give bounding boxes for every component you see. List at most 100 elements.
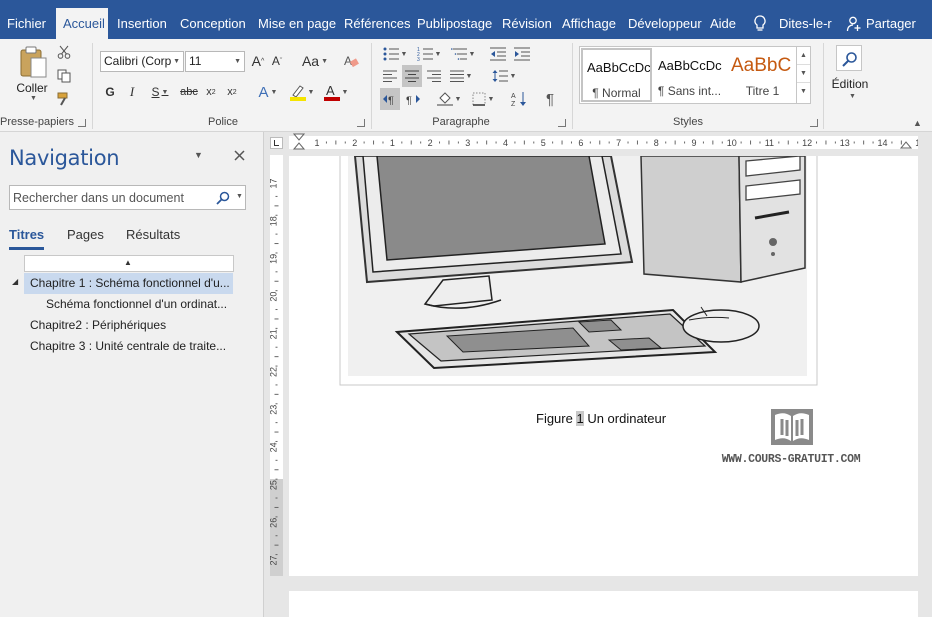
heading-item[interactable]: Chapitre2 : Périphériques (30, 315, 234, 336)
superscript-button[interactable]: x2 (224, 81, 240, 103)
editing-button[interactable]: Édition ▼ (828, 45, 872, 107)
align-left-button[interactable] (380, 65, 400, 87)
ruler-label: 1 (390, 138, 395, 148)
tab-mise-en-page[interactable]: Mise en page (258, 0, 336, 39)
tab-publipostage[interactable]: Publipostage (417, 0, 492, 39)
clipboard-dialog-launcher[interactable] (78, 119, 86, 127)
ribbon-tab-bar: Fichier Accueil Insertion Conception Mis… (0, 0, 932, 39)
font-dialog-launcher[interactable] (357, 119, 365, 127)
borders-button[interactable]: ▼ (468, 88, 498, 110)
ruler-label: 11 (765, 138, 774, 148)
style-no-spacing[interactable]: AaBbCcDc ¶ Sans int... (654, 48, 725, 102)
search-icon[interactable] (216, 191, 230, 205)
style-preview: AaBbCcDc (587, 60, 651, 75)
line-spacing-button[interactable]: ▼ (489, 65, 519, 87)
collapse-all-bar[interactable]: ▲ (24, 255, 234, 272)
font-color-button[interactable]: A ▼ (322, 81, 350, 103)
increase-indent-button[interactable] (513, 43, 531, 65)
copy-icon[interactable] (57, 69, 71, 83)
multilevel-list-button[interactable]: ▼ (448, 43, 478, 65)
underline-button[interactable]: S ▼ (148, 81, 172, 103)
tab-insertion[interactable]: Insertion (117, 0, 167, 39)
font-size-combo[interactable]: 11 ▼ (185, 51, 245, 72)
justify-button[interactable]: ▼ (446, 65, 476, 87)
tab-references[interactable]: Références (344, 0, 410, 39)
indent-marker-icon[interactable] (293, 133, 305, 151)
nav-tab-titres[interactable]: Titres (9, 227, 45, 250)
tab-fichier[interactable]: Fichier (7, 0, 46, 39)
heading-item[interactable]: Chapitre 3 : Unité centrale de traite... (30, 336, 234, 357)
tab-conception[interactable]: Conception (180, 0, 246, 39)
document-page[interactable] (289, 156, 918, 576)
sort-button[interactable]: AZ (509, 88, 529, 110)
paste-button[interactable]: Coller ▼ (14, 45, 50, 105)
highlight-color-button[interactable]: ▼ (288, 81, 316, 103)
nav-options-button[interactable]: ▼ (194, 150, 203, 160)
text-effects-button[interactable]: A ▼ (255, 81, 281, 103)
collapse-ribbon-button[interactable]: ▲ (913, 118, 922, 128)
horizontal-ruler[interactable]: 12123456789101112131415 (289, 133, 918, 151)
share-button[interactable]: Partager (866, 0, 916, 39)
editing-label: Édition (831, 77, 869, 91)
styles-dialog-launcher[interactable] (810, 119, 818, 127)
change-case-button[interactable]: Aa ▼ (300, 50, 330, 72)
nav-search-box: ▼ (9, 185, 246, 210)
chevron-down-icon[interactable]: ▼ (797, 65, 810, 83)
cut-icon[interactable] (57, 45, 71, 59)
clipboard-group-label: Presse-papiers (0, 116, 74, 128)
bullet-list-icon (383, 47, 399, 61)
justify-icon (449, 70, 464, 82)
bullets-button[interactable]: ▼ (380, 43, 410, 65)
align-center-button[interactable] (402, 65, 422, 87)
tab-affichage[interactable]: Affichage (562, 0, 616, 39)
shrink-font-button[interactable]: Aˇ (269, 50, 285, 72)
chevron-down-icon[interactable]: ▼ (236, 193, 243, 200)
bold-button[interactable]: G (103, 81, 117, 103)
rtl-direction-button[interactable]: ¶ (403, 88, 423, 110)
show-formatting-marks-button[interactable]: ¶ (541, 88, 559, 110)
heading-expander-icon[interactable]: ◢ (12, 277, 18, 286)
heading-item[interactable]: Chapitre 1 : Schéma fonctionnel d'u... (24, 273, 233, 294)
italic-button[interactable]: I (125, 81, 139, 103)
style-normal[interactable]: AaBbCcDc ¶ Normal (581, 48, 652, 102)
shading-button[interactable]: ▼ (434, 88, 464, 110)
heading-item[interactable]: Schéma fonctionnel d'un ordinat... (46, 294, 234, 315)
close-icon[interactable] (234, 150, 245, 161)
ruler-label: 7 (616, 138, 621, 148)
styles-gallery-scroll[interactable]: ▲ ▼ ▼ (796, 47, 810, 103)
ruler-corner-tab-selector[interactable] (270, 137, 283, 149)
next-page[interactable] (289, 591, 918, 617)
ruler-label: 5 (541, 138, 546, 148)
vertical-ruler[interactable]: 17 18 19 20 21 22 23 24 25 26 27 (270, 155, 283, 576)
ltr-direction-button[interactable]: ¶ (380, 88, 400, 110)
chevron-up-icon[interactable]: ▲ (797, 47, 810, 65)
watermark-text: WWW.COURS-GRATUIT.COM (721, 453, 861, 466)
decrease-indent-button[interactable] (489, 43, 507, 65)
nav-search-input[interactable] (10, 186, 210, 209)
align-right-button[interactable] (424, 65, 444, 87)
tell-me-search[interactable]: Dites-le-r (779, 0, 832, 39)
font-name-combo[interactable]: Calibri (Corp ▼ (100, 51, 184, 72)
paragraph-dialog-launcher[interactable] (558, 119, 566, 127)
tab-developpeur[interactable]: Développeur (628, 0, 702, 39)
styles-group-label: Styles (673, 116, 703, 128)
numbering-button[interactable]: 1 2 3 ▼ (414, 43, 444, 65)
format-painter-icon[interactable] (57, 92, 71, 106)
numbered-list-icon: 123 (417, 47, 433, 61)
tab-revision[interactable]: Révision (502, 0, 552, 39)
style-heading-1[interactable]: AaBbC Titre 1 (727, 48, 798, 102)
nav-tab-pages[interactable]: Pages (67, 227, 104, 242)
right-indent-marker-icon[interactable] (900, 140, 912, 149)
ruler-label: 19 (270, 254, 279, 264)
nav-tab-resultats[interactable]: Résultats (126, 227, 180, 242)
clear-formatting-icon[interactable]: A (343, 53, 359, 69)
caption-prefix: Figure (536, 411, 577, 426)
strikethrough-button[interactable]: abc (179, 81, 199, 103)
subscript-button[interactable]: x2 (203, 81, 219, 103)
borders-icon (472, 92, 486, 106)
gallery-more-icon[interactable]: ▼ (797, 83, 810, 101)
tab-accueil[interactable]: Accueil (56, 0, 108, 39)
grow-font-button[interactable]: A ^ (250, 50, 266, 72)
ruler-label: 3 (465, 138, 470, 148)
tab-aide[interactable]: Aide (710, 0, 736, 39)
